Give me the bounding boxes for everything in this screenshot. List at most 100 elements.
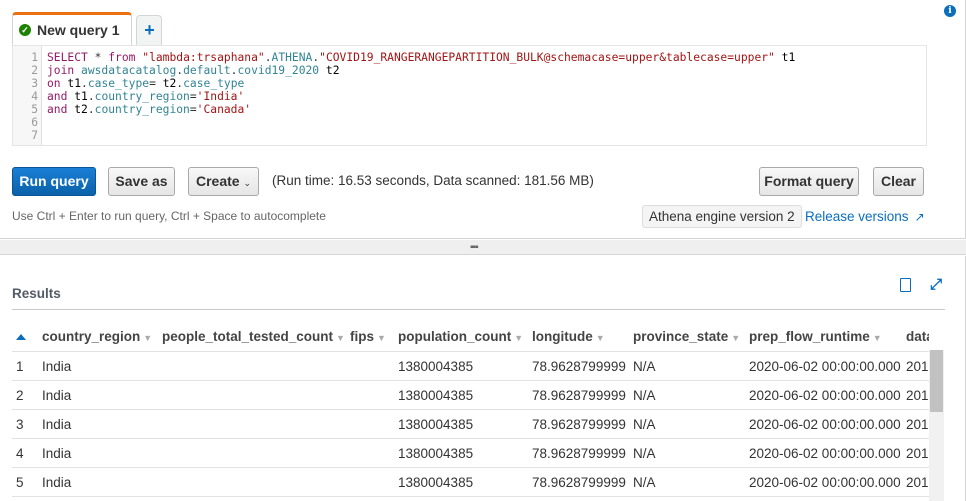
column-header-population-count[interactable]: population_count ▼ — [398, 322, 523, 352]
row-number: 3 — [16, 417, 24, 432]
format-query-button[interactable]: Format query — [759, 167, 859, 196]
save-as-button[interactable]: Save as — [108, 167, 175, 196]
column-header-data-s[interactable]: data_s — [906, 322, 929, 352]
cell-country-region: India — [42, 388, 72, 403]
cell-population-count: 1380004385 — [398, 475, 474, 490]
column-header-province-state[interactable]: province_state ▼ — [633, 322, 740, 352]
expand-icon[interactable]: ⤢ — [930, 276, 942, 293]
cell-province-state: N/A — [633, 388, 656, 403]
column-menu-icon[interactable]: ▼ — [514, 333, 523, 343]
results-table: country_region ▼ people_total_tested_count… — [12, 322, 929, 501]
code-line: SELECT * from "lambda:trsaphana".ATHENA.… — [47, 51, 796, 64]
column-header-label: people_total_tested_count — [162, 329, 334, 344]
line-number: 1 — [31, 51, 38, 64]
divider — [12, 496, 929, 497]
release-versions-link[interactable]: Release versions ↗ — [805, 209, 925, 224]
code-line: and t1.country_region='India' — [47, 90, 245, 103]
line-number: 4 — [31, 90, 38, 103]
cell-province-state: N/A — [633, 359, 656, 374]
row-number: 1 — [16, 359, 24, 374]
column-menu-icon[interactable]: ▼ — [873, 333, 882, 343]
cell-data-s: 201 — [906, 388, 929, 403]
cell-prep-flow-runtime: 2020-06-02 00:00:00.000 — [749, 446, 901, 461]
column-menu-icon[interactable]: ▼ — [731, 333, 740, 343]
cell-country-region: India — [42, 475, 72, 490]
column-menu-icon[interactable]: ▼ — [377, 333, 386, 343]
engine-version-badge: Athena engine version 2 — [642, 205, 802, 228]
sort-ascending-icon[interactable] — [16, 334, 26, 340]
line-number: 3 — [31, 77, 38, 90]
column-header-fips[interactable]: fips ▼ — [350, 322, 386, 352]
clear-button[interactable]: Clear — [873, 167, 924, 196]
query-tabs: ✓ New query 1 + — [12, 11, 163, 45]
column-header-label: country_region — [42, 329, 141, 344]
cell-longitude: 78.9628799999 — [532, 475, 626, 490]
cell-country-region: India — [42, 417, 72, 432]
query-editor-panel: i ✓ New query 1 + 1 2 3 4 5 6 7 SELECT *… — [0, 0, 966, 239]
row-number: 5 — [16, 475, 24, 490]
column-menu-icon[interactable]: ▼ — [143, 333, 152, 343]
cell-data-s: 201 — [906, 359, 929, 374]
add-tab-button[interactable]: + — [136, 15, 163, 45]
column-menu-icon[interactable]: ▼ — [596, 333, 605, 343]
cell-longitude: 78.9628799999 — [532, 446, 626, 461]
tab-label: New query 1 — [37, 22, 120, 38]
cell-prep-flow-runtime: 2020-06-02 00:00:00.000 — [749, 475, 901, 490]
results-panel: Results ⤢ country_region ▼ people_total_te… — [0, 256, 966, 501]
run-stats: (Run time: 16.53 seconds, Data scanned: … — [272, 173, 594, 188]
run-query-button[interactable]: Run query — [12, 167, 96, 196]
cell-data-s: 201 — [906, 417, 929, 432]
code-line: on t1.case_type= t2.case_type — [47, 77, 245, 90]
keyboard-hint: Use Ctrl + Enter to run query, Ctrl + Sp… — [12, 209, 326, 223]
column-header-label: longitude — [532, 329, 593, 344]
cell-longitude: 78.9628799999 — [532, 388, 626, 403]
cell-province-state: N/A — [633, 417, 656, 432]
column-header-people-total-tested-count[interactable]: people_total_tested_count ▼ — [162, 322, 345, 352]
line-number-gutter: 1 2 3 4 5 6 7 — [13, 46, 42, 145]
cell-data-s: 201 — [906, 475, 929, 490]
create-dropdown-button[interactable]: Create ⌄ — [188, 167, 259, 196]
cell-province-state: N/A — [633, 446, 656, 461]
download-results-icon[interactable] — [900, 278, 911, 292]
row-number: 4 — [16, 446, 24, 461]
panel-resize-handle[interactable]: ▪▪▪ — [0, 240, 966, 255]
line-number: 2 — [31, 64, 38, 77]
cell-country-region: India — [42, 359, 72, 374]
line-number: 7 — [31, 129, 38, 142]
sql-code[interactable]: SELECT * from "lambda:trsaphana".ATHENA.… — [47, 51, 795, 142]
row-number: 2 — [16, 388, 24, 403]
drag-handle-icon: ▪▪▪ — [470, 242, 479, 253]
cell-prep-flow-runtime: 2020-06-02 00:00:00.000 — [749, 359, 901, 374]
column-header-label: province_state — [633, 329, 729, 344]
scrollbar-thumb[interactable] — [930, 350, 943, 412]
divider — [12, 309, 945, 310]
code-line: join awsdatacatalog.default.covid19_2020… — [47, 64, 340, 77]
external-link-icon: ↗ — [914, 210, 925, 224]
column-header-label: prep_flow_runtime — [749, 329, 870, 344]
info-icon[interactable]: i — [944, 5, 956, 17]
cell-population-count: 1380004385 — [398, 359, 474, 374]
results-title: Results — [12, 286, 61, 301]
cell-province-state: N/A — [633, 475, 656, 490]
results-scrollbar[interactable] — [929, 350, 944, 501]
cell-population-count: 1380004385 — [398, 446, 474, 461]
cell-country-region: India — [42, 446, 72, 461]
cell-longitude: 78.9628799999 — [532, 417, 626, 432]
line-number: 6 — [31, 116, 38, 129]
chevron-down-icon: ⌄ — [243, 178, 252, 188]
cell-population-count: 1380004385 — [398, 417, 474, 432]
column-header-country-region[interactable]: country_region ▼ — [42, 322, 152, 352]
cell-prep-flow-runtime: 2020-06-02 00:00:00.000 — [749, 388, 901, 403]
cell-population-count: 1380004385 — [398, 388, 474, 403]
column-header-longitude[interactable]: longitude ▼ — [532, 322, 605, 352]
column-header-prep-flow-runtime[interactable]: prep_flow_runtime ▼ — [749, 322, 882, 352]
sql-editor[interactable]: 1 2 3 4 5 6 7 SELECT * from "lambda:trsa… — [12, 45, 927, 146]
column-header-label: population_count — [398, 329, 512, 344]
create-label: Create — [195, 173, 240, 189]
tab-new-query-1[interactable]: ✓ New query 1 — [12, 12, 133, 45]
cell-longitude: 78.9628799999 — [532, 359, 626, 374]
column-header-label: data_s — [906, 329, 929, 344]
column-menu-icon[interactable]: ▼ — [336, 333, 345, 343]
